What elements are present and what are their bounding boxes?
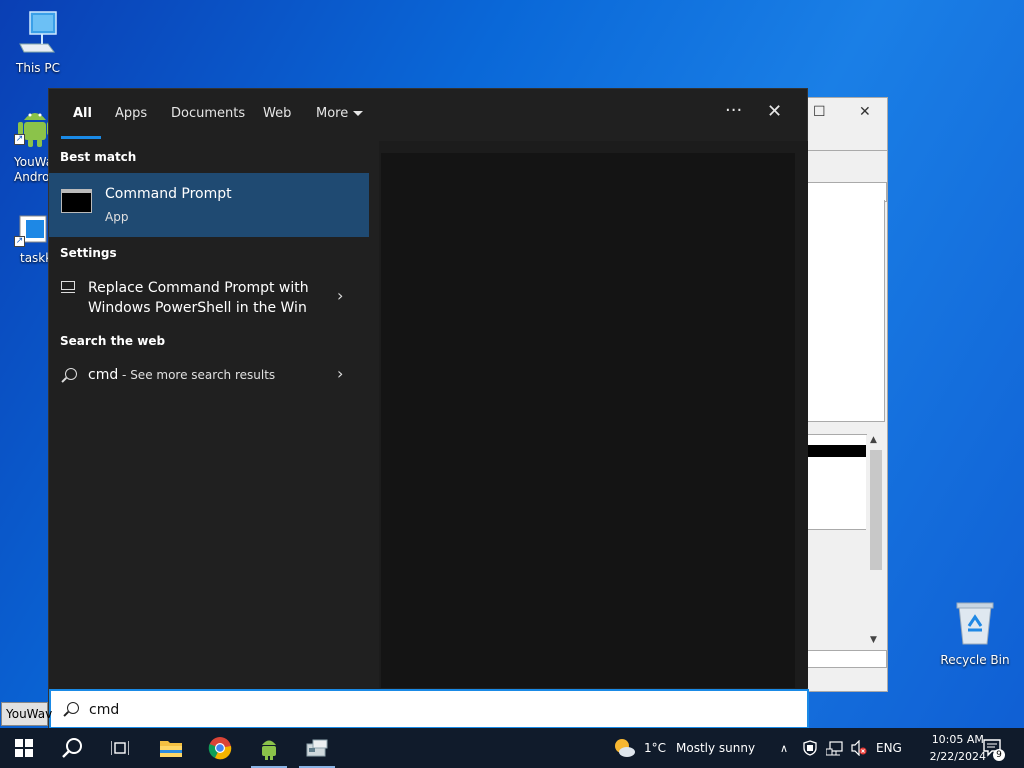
scroll-thumb[interactable]	[870, 450, 882, 570]
search-box[interactable]	[49, 689, 809, 729]
divider	[807, 150, 887, 151]
chevron-down-icon	[353, 111, 364, 116]
window-close-icon[interactable]: ✕	[859, 104, 871, 120]
search-input[interactable]	[89, 699, 689, 721]
weather-widget[interactable]: 1°C Mostly sunny	[612, 728, 755, 768]
active-tab-indicator	[61, 136, 101, 139]
best-match-subtitle: App	[105, 210, 129, 224]
notification-center-button[interactable]: 9	[982, 728, 1005, 768]
search-icon	[67, 702, 79, 714]
web-query-text: cmd	[88, 367, 119, 383]
web-more-text: - See more search results	[118, 368, 276, 382]
shortcut-arrow-icon: ↗	[14, 134, 25, 145]
best-match-heading: Best match	[60, 150, 137, 164]
recycle-bin-image-icon	[938, 600, 1012, 649]
taskbar: 1°C Mostly sunny ∧ ENG 10:05 AM 2/22/202…	[0, 728, 1024, 768]
tab-more[interactable]: More	[316, 106, 364, 121]
app-window-button[interactable]	[293, 728, 341, 768]
chrome-button[interactable]	[196, 728, 244, 768]
setting-result-label: Replace Command Prompt with Windows Powe…	[88, 280, 309, 316]
settings-heading: Settings	[60, 246, 117, 260]
ethernet-icon	[826, 741, 843, 756]
web-result-label: cmd - See more search results	[88, 367, 275, 383]
weather-sun-cloud-icon	[615, 739, 635, 757]
header-strip	[807, 182, 887, 202]
start-search-panel: All Apps Documents Web More ··· ✕ Best m…	[48, 88, 809, 729]
file-explorer-button[interactable]	[147, 728, 195, 768]
command-prompt-icon	[61, 189, 92, 213]
status-strip	[807, 650, 887, 668]
preview-column	[379, 141, 808, 688]
youwave-android-icon[interactable]: ↗ YouWa Andro	[0, 104, 54, 185]
computer-icon	[2, 10, 74, 57]
speaker-icon	[851, 740, 867, 756]
detail-area	[807, 434, 867, 530]
security-icon[interactable]	[802, 728, 818, 768]
android-app-button[interactable]	[245, 728, 293, 768]
chevron-right-icon[interactable]: ›	[337, 364, 343, 383]
clock[interactable]: 10:05 AM 2/22/2024	[930, 731, 986, 765]
search-icon	[65, 368, 77, 380]
tray-chevron-icon[interactable]: ∧	[780, 728, 788, 768]
maximize-icon[interactable]: ☐	[813, 104, 826, 120]
volume-muted-icon[interactable]	[850, 728, 868, 768]
tab-apps[interactable]: Apps	[115, 106, 147, 121]
tab-more-label: More	[316, 106, 349, 121]
language-indicator[interactable]: ENG	[876, 728, 902, 768]
taskk-icon[interactable]: ↗ taskk	[0, 214, 52, 265]
recycle-bin-label: Recycle Bin	[940, 653, 1010, 667]
web-result-item[interactable]: cmd - See more search results ›	[49, 361, 369, 393]
this-pc-icon[interactable]: This PC	[2, 10, 74, 75]
recycle-bin-icon[interactable]: Recycle Bin	[938, 600, 1012, 667]
youwave-label: YouWa Andro	[14, 155, 54, 184]
windows-logo-icon	[15, 739, 33, 757]
search-icon	[62, 738, 82, 758]
best-match-title: Command Prompt	[105, 186, 232, 202]
folder-icon	[160, 741, 182, 757]
clock-time: 10:05 AM	[931, 733, 984, 746]
app-window-icon	[306, 739, 328, 757]
android-icon	[262, 740, 276, 760]
tab-documents[interactable]: Documents	[171, 106, 245, 121]
preview-pane	[381, 153, 795, 688]
scroll-down-icon[interactable]: ▼	[870, 635, 877, 645]
monitor-icon	[61, 281, 75, 293]
shortcut-arrow-icon: ↗	[14, 236, 25, 247]
this-pc-label: This PC	[16, 61, 60, 75]
notification-count-badge: 9	[993, 749, 1005, 761]
weather-condition: Mostly sunny	[676, 741, 756, 755]
shield-icon	[803, 740, 817, 756]
clock-date: 2/22/2024	[929, 750, 986, 763]
search-tabs: All Apps Documents Web More ··· ✕	[49, 89, 807, 141]
scroll-up-icon[interactable]: ▲	[870, 435, 877, 445]
tab-web[interactable]: Web	[263, 106, 291, 121]
network-icon[interactable]	[826, 728, 844, 768]
selected-row	[808, 445, 866, 457]
scrollbar[interactable]: ▲ ▼	[866, 435, 884, 645]
youwave-partial-button[interactable]: YouWav	[1, 702, 52, 726]
chrome-icon	[208, 737, 232, 760]
search-web-heading: Search the web	[60, 334, 166, 348]
chevron-right-icon[interactable]: ›	[337, 286, 343, 305]
weather-temp: 1°C	[644, 741, 667, 755]
setting-result-item[interactable]: Replace Command Prompt with Windows Powe…	[49, 273, 369, 321]
best-match-item[interactable]: Command Prompt App	[49, 173, 369, 237]
list-area	[807, 200, 885, 422]
taskbar-search-button[interactable]	[48, 728, 96, 768]
task-view-icon	[111, 741, 129, 755]
start-button[interactable]	[0, 728, 48, 768]
tab-all[interactable]: All	[73, 106, 92, 121]
close-icon[interactable]: ✕	[767, 101, 782, 122]
task-view-button[interactable]	[96, 728, 144, 768]
more-options-icon[interactable]: ···	[725, 100, 742, 121]
